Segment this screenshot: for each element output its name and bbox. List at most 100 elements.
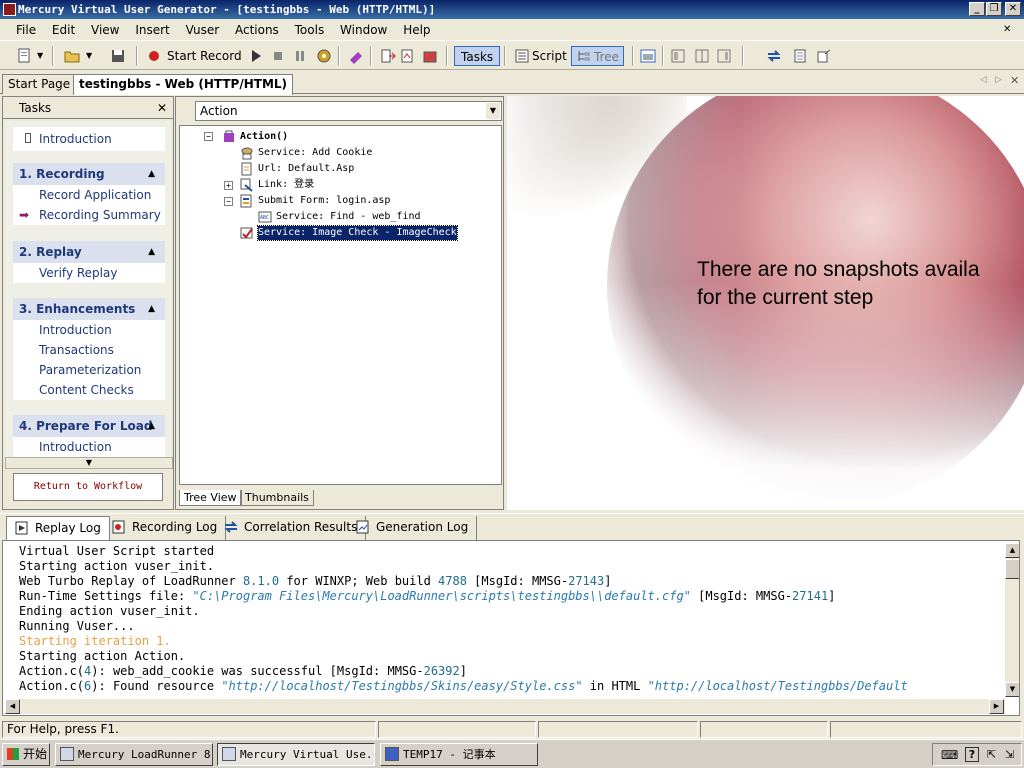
scroll-thumb[interactable]: [1005, 559, 1019, 579]
layout-right-icon[interactable]: [716, 48, 732, 64]
tab-thumbnails[interactable]: Thumbnails: [240, 490, 314, 506]
collapse-icon[interactable]: ▲: [148, 415, 155, 437]
menu-tools[interactable]: Tools: [289, 19, 331, 41]
collapse-node-icon[interactable]: −: [204, 132, 213, 141]
minimize-button[interactable]: _: [969, 2, 985, 16]
taskbar-item-notepad[interactable]: TEMP17 - 记事本: [380, 743, 538, 766]
save-icon[interactable]: [110, 48, 126, 64]
tasks-scroll-down-icon[interactable]: ▼: [5, 457, 173, 469]
new-script-icon[interactable]: [16, 48, 32, 64]
taskbar-item-loadrunner[interactable]: Mercury LoadRunner 8.1: [55, 743, 213, 766]
collapse-icon[interactable]: ▲: [148, 241, 155, 263]
task-enh-introduction[interactable]: Introduction: [13, 320, 165, 340]
window-titlebar[interactable]: Mercury Virtual User Generator - [testin…: [0, 0, 1024, 19]
tab-generation-log[interactable]: Generation Log: [348, 516, 478, 540]
scroll-down-icon[interactable]: ▼: [1005, 682, 1019, 697]
tasks-close-icon[interactable]: ✕: [157, 97, 167, 119]
export-icon[interactable]: [816, 48, 832, 64]
menu-window[interactable]: Window: [334, 19, 393, 41]
collapse-node-icon[interactable]: −: [224, 197, 233, 206]
start-button[interactable]: 开始: [2, 743, 50, 766]
return-to-workflow-button[interactable]: Return to Workflow: [13, 473, 163, 501]
keyboard-icon[interactable]: ⌨: [941, 748, 958, 762]
tab-testingbbs[interactable]: testingbbs - Web (HTTP/HTML): [73, 74, 294, 95]
tree-node-url[interactable]: Url: Default.Asp: [258, 162, 354, 176]
task-group-replay-header[interactable]: 2. Replay ▲: [13, 241, 165, 263]
mdi-close-icon[interactable]: ✕: [1003, 24, 1011, 35]
layout-split-icon[interactable]: [694, 48, 710, 64]
tab-tree-view[interactable]: Tree View: [179, 490, 242, 506]
tasks-header: Tasks ✕: [3, 97, 173, 119]
task-recording-summary[interactable]: ➡ Recording Summary: [13, 205, 165, 225]
tree-node-action[interactable]: Action(): [240, 130, 288, 144]
menu-file[interactable]: File: [10, 19, 42, 41]
log-vertical-scrollbar[interactable]: ▲ ▼: [1005, 543, 1019, 697]
menu-insert[interactable]: Insert: [129, 19, 175, 41]
task-content-checks[interactable]: Content Checks: [13, 380, 165, 400]
help-icon[interactable]: ?: [965, 747, 979, 762]
snapshot-pane-icon[interactable]: [640, 48, 656, 64]
expand-node-icon[interactable]: +: [224, 181, 233, 190]
rendezvous-icon[interactable]: [422, 48, 438, 64]
app-icon[interactable]: [3, 3, 16, 16]
tray-arrow-icon[interactable]: ⇲: [1005, 748, 1014, 761]
tab-next-icon[interactable]: ▷: [995, 75, 1002, 85]
task-load-introduction[interactable]: Introduction: [13, 437, 165, 457]
start-record-button[interactable]: Start Record: [167, 46, 242, 66]
stop-icon[interactable]: [270, 48, 286, 64]
compile-icon[interactable]: [348, 48, 364, 64]
tab-recording-log[interactable]: Recording Log: [104, 516, 227, 540]
task-intro-link[interactable]: Introduction: [13, 127, 165, 151]
task-verify-replay[interactable]: Verify Replay: [13, 263, 165, 283]
run-icon[interactable]: [248, 48, 264, 64]
tasks-toggle-button[interactable]: Tasks: [454, 46, 501, 66]
menu-view[interactable]: View: [85, 19, 125, 41]
task-group-recording-header[interactable]: 1. Recording ▲: [13, 163, 165, 185]
open-folder-icon[interactable]: [64, 48, 80, 64]
transaction-icon[interactable]: [400, 48, 416, 64]
menu-actions[interactable]: Actions: [229, 19, 285, 41]
tab-start-page[interactable]: Start Page: [2, 74, 77, 94]
pause-icon[interactable]: [292, 48, 308, 64]
tab-close-icon[interactable]: ✕: [1010, 74, 1019, 87]
menu-help[interactable]: Help: [397, 19, 436, 41]
tree-node-image-check[interactable]: Service: Image Check - ImageCheck: [257, 225, 458, 241]
log-horizontal-scrollbar[interactable]: ◀ ▶: [5, 699, 1005, 714]
task-parameterization[interactable]: Parameterization: [13, 360, 165, 380]
tree-node-find[interactable]: Service: Find - web_find: [276, 210, 421, 224]
chevron-down-icon[interactable]: ▼: [486, 103, 500, 119]
task-record-application[interactable]: Record Application: [13, 185, 165, 205]
tray-arrow-icon[interactable]: ⇱: [987, 748, 996, 761]
collapse-icon[interactable]: ▲: [148, 163, 155, 185]
tab-correlation-results[interactable]: Correlation Results: [216, 516, 367, 540]
tasks-scroll-area[interactable]: Introduction 1. Recording ▲ Record Applic…: [5, 121, 171, 466]
restore-button[interactable]: ❐: [986, 2, 1002, 16]
close-button[interactable]: ✕: [1005, 2, 1021, 16]
scroll-right-icon[interactable]: ▶: [989, 699, 1004, 714]
task-transactions[interactable]: Transactions: [13, 340, 165, 360]
refresh-icon[interactable]: [766, 48, 782, 64]
tree-view[interactable]: − Action() Service: Add Cookie Url: Defa…: [179, 125, 502, 485]
script-view-button[interactable]: Script: [532, 46, 567, 66]
tree-node-submit-form[interactable]: Submit Form: login.asp: [258, 194, 390, 208]
task-group-prepare-load-header[interactable]: 4. Prepare For Load ▲: [13, 415, 165, 437]
tab-prev-icon[interactable]: ◁: [980, 75, 987, 85]
insert-step-icon[interactable]: [380, 48, 396, 64]
action-select[interactable]: Action ▼: [195, 101, 502, 121]
tree-node-add-cookie[interactable]: Service: Add Cookie: [258, 146, 372, 160]
replay-log-pane[interactable]: Virtual User Script started Starting act…: [2, 540, 1020, 716]
new-dropdown-icon[interactable]: ▼: [37, 46, 43, 66]
menu-vuser[interactable]: Vuser: [180, 19, 226, 41]
parameters-icon[interactable]: [792, 48, 808, 64]
task-group-enhancements-header[interactable]: 3. Enhancements ▲: [13, 298, 165, 320]
scroll-up-icon[interactable]: ▲: [1005, 543, 1019, 558]
layout-left-icon[interactable]: [670, 48, 686, 64]
scroll-left-icon[interactable]: ◀: [5, 699, 20, 714]
collapse-icon[interactable]: ▲: [148, 298, 155, 320]
menu-edit[interactable]: Edit: [46, 19, 81, 41]
tree-node-link[interactable]: Link: 登录: [258, 178, 314, 192]
taskbar-item-vugen[interactable]: Mercury Virtual Use...: [217, 743, 375, 766]
open-dropdown-icon[interactable]: ▼: [86, 46, 92, 66]
tab-replay-log[interactable]: Replay Log: [6, 516, 110, 540]
run-time-settings-icon[interactable]: [316, 48, 332, 64]
